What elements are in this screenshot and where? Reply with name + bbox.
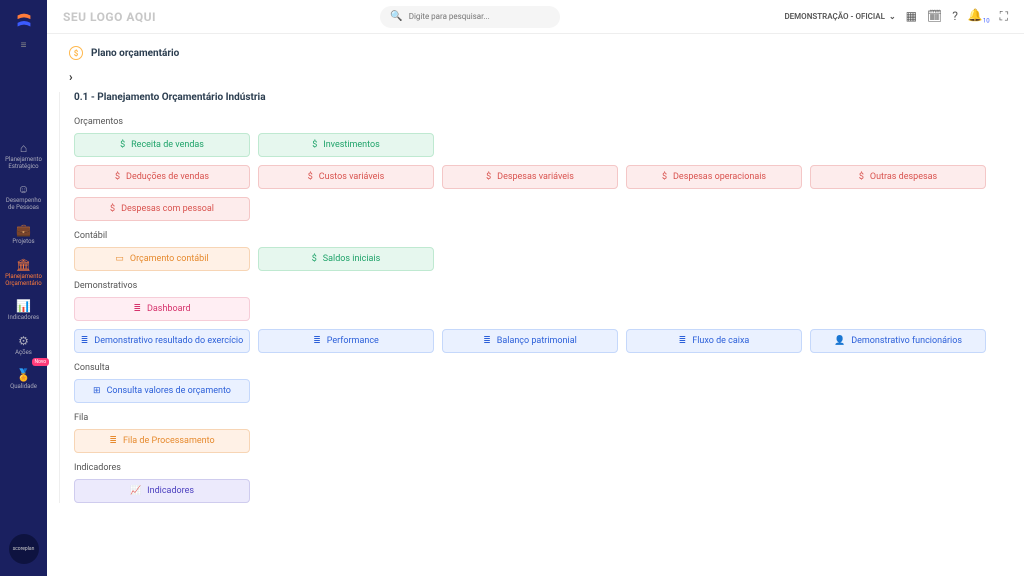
grid-icon[interactable]: ▦ — [906, 9, 917, 23]
chip-custos-variaveis[interactable]: $Custos variáveis — [258, 165, 434, 189]
notification-count: 10 — [983, 18, 990, 25]
search-box[interactable]: 🔍 — [380, 6, 560, 28]
sidebar-item-desempenho-pessoas[interactable]: ☺Desempenho de Pessoas — [0, 176, 47, 217]
ledger-icon: ▭ — [115, 254, 124, 264]
chip-consulta-valores[interactable]: ⊞Consulta valores de orçamento — [74, 379, 250, 403]
chip-demonstrativo-resultado[interactable]: ≣Demonstrativo resultado do exercício — [74, 329, 250, 353]
chart-line-icon: 📈 — [130, 486, 141, 496]
chip-balanco-patrimonial[interactable]: ≣Balanço patrimonial — [442, 329, 618, 353]
sidebar-footer-logo: scoreplan — [9, 534, 39, 564]
sidebar-item-planejamento-orcamentario[interactable]: 🏛Planejamento Orçamentário — [0, 252, 47, 293]
chip-dashboard[interactable]: ≣Dashboard — [74, 297, 250, 321]
search-input[interactable] — [409, 12, 551, 21]
list-icon: ≣ — [483, 336, 491, 346]
app-logo-icon — [13, 10, 35, 32]
chip-performance[interactable]: ≣Performance — [258, 329, 434, 353]
bell-icon[interactable]: 🔔10 — [968, 8, 990, 24]
sliders-icon: ⚙ — [2, 334, 45, 348]
help-icon[interactable]: ? — [952, 9, 958, 23]
page-badge-icon: $ — [69, 46, 83, 60]
chip-despesas-variaveis[interactable]: $Despesas variáveis — [442, 165, 618, 189]
people-icon: ☺ — [2, 182, 45, 196]
home-icon: ⌂ — [2, 141, 45, 155]
sidebar-item-planejamento-estrategico[interactable]: ⌂Planejamento Estratégico — [0, 135, 47, 176]
dollar-icon: $ — [110, 204, 115, 214]
sidebar-item-acoes[interactable]: ⚙Ações — [0, 328, 47, 363]
dollar-icon: $ — [486, 172, 491, 182]
section-title: 0.1 - Planejamento Orçamentário Indústri… — [74, 92, 1002, 103]
bank-icon: 🏛 — [2, 258, 45, 272]
search-icon: 🔍 — [390, 11, 402, 22]
header-logo-text: SEU LOGO AQUI — [63, 10, 156, 24]
chip-indicadores[interactable]: 📈Indicadores — [74, 479, 250, 503]
chip-receita-vendas[interactable]: $Receita de vendas — [74, 133, 250, 157]
chip-orcamento-contabil[interactable]: ▭Orçamento contábil — [74, 247, 250, 271]
chip-outras-despesas[interactable]: $Outras despesas — [810, 165, 986, 189]
chip-fluxo-caixa[interactable]: ≣Fluxo de caixa — [626, 329, 802, 353]
sidebar-item-projetos[interactable]: 💼Projetos — [0, 217, 47, 252]
fullscreen-icon[interactable]: ⛶ — [1000, 9, 1008, 24]
list-icon: ≣ — [679, 336, 687, 346]
dollar-icon: $ — [308, 172, 313, 182]
sidebar-item-indicadores[interactable]: 📊Indicadores — [0, 293, 47, 328]
group-label-indicadores: Indicadores — [74, 463, 1002, 473]
chip-saldos-iniciais[interactable]: $Saldos iniciais — [258, 247, 434, 271]
chip-fila-processamento[interactable]: ≣Fila de Processamento — [74, 429, 250, 453]
calendar-icon[interactable]: 🗓 — [927, 9, 942, 23]
group-label-orcamentos: Orçamentos — [74, 117, 1002, 127]
collapse-toggle[interactable]: › — [69, 70, 1002, 84]
chip-investimentos[interactable]: $Investimentos — [258, 133, 434, 157]
dollar-icon: $ — [120, 140, 125, 150]
list-icon: ≣ — [313, 336, 321, 346]
sidebar-item-qualidade[interactable]: Novo🏅Qualidade — [0, 362, 47, 397]
list-icon: ≣ — [133, 304, 141, 314]
dollar-icon: $ — [115, 172, 120, 182]
list-icon: ≣ — [81, 336, 89, 346]
sidebar: ≡ ⌂Planejamento Estratégico ☺Desempenho … — [0, 0, 47, 576]
chip-deducoes-vendas[interactable]: $Deduções de vendas — [74, 165, 250, 189]
briefcase-icon: 💼 — [2, 223, 45, 237]
table-icon: ⊞ — [93, 386, 101, 396]
main-content: $ Plano orçamentário › 0.1 - Planejament… — [47, 34, 1024, 576]
chevron-down-icon: ⌄ — [889, 12, 896, 21]
header: SEU LOGO AQUI 🔍 DEMONSTRAÇÃO - OFICIAL⌄ … — [47, 0, 1024, 34]
dollar-icon: $ — [312, 140, 317, 150]
group-label-consulta: Consulta — [74, 363, 1002, 373]
chip-demonstrativo-funcionarios[interactable]: 👤Demonstrativo funcionários — [810, 329, 986, 353]
sidebar-toggle-icon[interactable]: ≡ — [0, 36, 47, 55]
medal-icon: 🏅 — [2, 368, 45, 382]
list-icon: ≣ — [109, 436, 117, 446]
group-label-demonstrativos: Demonstrativos — [74, 281, 1002, 291]
chip-despesas-operacionais[interactable]: $Despesas operacionais — [626, 165, 802, 189]
page-title: Plano orçamentário — [91, 48, 179, 59]
dollar-icon: $ — [312, 254, 317, 264]
group-label-contabil: Contábil — [74, 231, 1002, 241]
dollar-icon: $ — [859, 172, 864, 182]
chip-despesas-pessoal[interactable]: $Despesas com pessoal — [74, 197, 250, 221]
context-dropdown[interactable]: DEMONSTRAÇÃO - OFICIAL⌄ — [784, 12, 895, 21]
dollar-icon: $ — [662, 172, 667, 182]
group-label-fila: Fila — [74, 413, 1002, 423]
new-badge: Novo — [32, 358, 50, 366]
chart-icon: 📊 — [2, 299, 45, 313]
person-icon: 👤 — [834, 336, 845, 346]
